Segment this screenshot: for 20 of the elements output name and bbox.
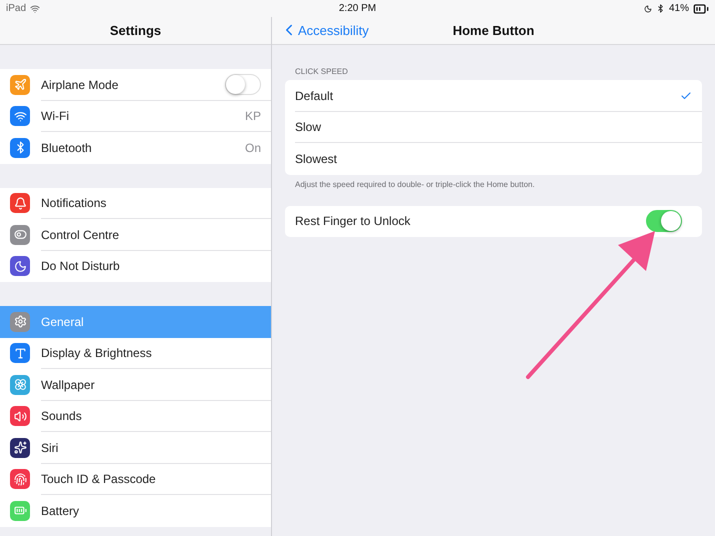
toggle-switch[interactable] — [225, 74, 261, 96]
battery-percent: 41% — [668, 3, 689, 14]
item-value: On — [244, 140, 261, 155]
speed-option[interactable]: Slow — [285, 112, 702, 143]
sidebar-title: Settings — [110, 23, 162, 38]
bluetooth-icon — [656, 4, 665, 13]
moon-icon — [644, 4, 652, 12]
speed-option[interactable]: Default — [285, 80, 702, 112]
setting-label: Rest Finger to Unlock — [295, 214, 412, 228]
wifi-icon — [30, 4, 40, 14]
section-header: CLICK SPEED — [295, 67, 349, 76]
item-value: KP — [244, 109, 261, 124]
device-name: iPad — [6, 3, 26, 14]
toggle-switch[interactable] — [646, 210, 682, 232]
section-footer: Adjust the speed required to double- or triple-click the Home button. — [295, 180, 702, 188]
page-title: Home Button — [452, 23, 534, 38]
status-time: 2:20 PM — [338, 3, 376, 14]
speed-option[interactable]: Slowest — [285, 143, 702, 174]
back-button[interactable]: Accessibility — [280, 21, 369, 39]
sidebar-item[interactable]: Display & Brightness — [0, 338, 271, 369]
